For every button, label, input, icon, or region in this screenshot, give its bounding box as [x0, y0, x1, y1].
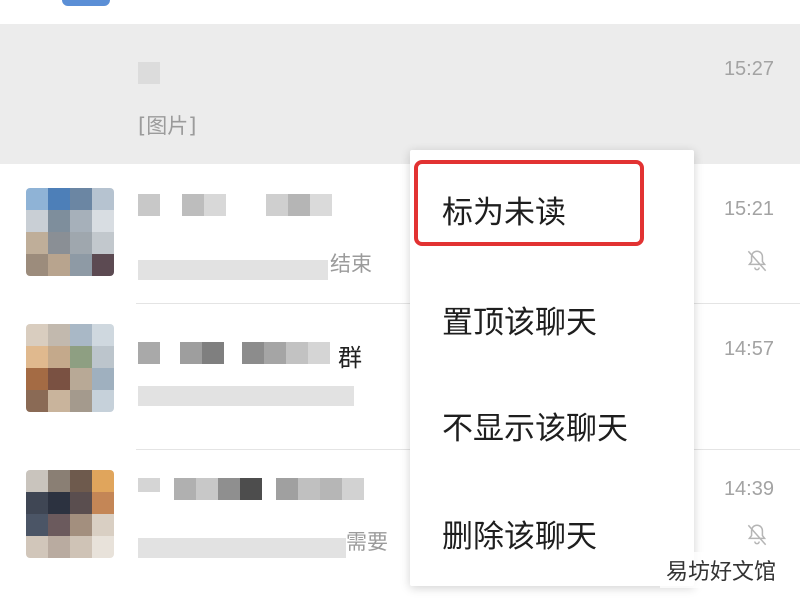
previous-chat-row-edge[interactable]	[0, 0, 800, 22]
chat-name-blurred	[138, 194, 332, 216]
chat-time: 14:39	[723, 478, 774, 500]
menu-item-hide-chat[interactable]: 不显示该聊天	[410, 380, 694, 470]
menu-item-pin-chat[interactable]: 置顶该聊天	[410, 274, 694, 364]
chat-preview-suffix: 结束	[330, 252, 372, 276]
chat-time: 14:57	[723, 338, 774, 360]
menu-item-delete-chat[interactable]: 删除该聊天	[410, 488, 694, 578]
avatar	[26, 470, 114, 558]
chat-time: 15:27	[723, 58, 774, 80]
chat-name-blurred	[138, 478, 364, 500]
chat-preview-blurred	[138, 538, 346, 558]
avatar	[26, 324, 114, 412]
bell-slash-icon	[747, 250, 767, 272]
chat-row-selected[interactable]: [图片] 15:27	[0, 24, 800, 164]
bell-slash-icon	[747, 524, 767, 546]
chat-preview-blurred	[138, 386, 354, 406]
avatar	[26, 188, 114, 276]
annotation-highlight-box	[414, 160, 644, 246]
chat-preview-blurred	[138, 260, 328, 280]
chat-name-suffix: 群	[338, 344, 362, 372]
chat-time: 15:21	[723, 198, 774, 220]
chat-name-blurred	[138, 342, 330, 364]
chat-name-blurred	[138, 62, 160, 84]
watermark: 易坊好文馆	[659, 552, 782, 588]
chat-preview-suffix: 需要	[346, 530, 388, 554]
avatar-fragment	[62, 0, 110, 6]
chat-preview: [图片]	[138, 114, 197, 138]
